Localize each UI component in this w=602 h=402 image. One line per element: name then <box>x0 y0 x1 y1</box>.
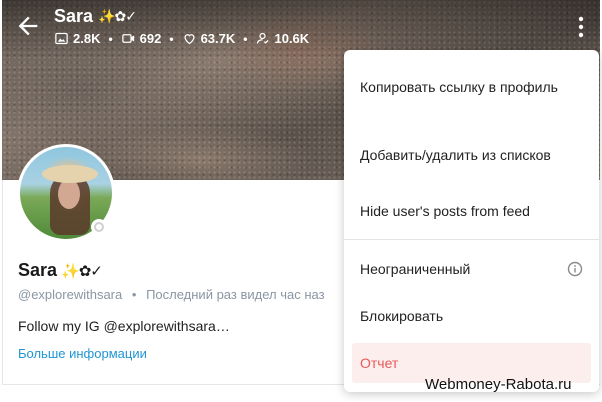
profile-name-text: Sara <box>18 260 58 280</box>
menu-divider <box>344 239 599 240</box>
stats-row: 2.8K • 692 • 63.7K • 10.6K <box>54 31 309 46</box>
menu-item-label: Копировать ссылку в профиль <box>360 79 558 95</box>
info-icon[interactable] <box>567 261 583 277</box>
heart-icon <box>184 34 195 45</box>
arrow-left-icon <box>18 16 38 36</box>
avatar-detail <box>42 165 98 183</box>
fans-icon <box>257 32 270 44</box>
back-button[interactable] <box>14 12 42 40</box>
menu-item-label: Добавить/удалить из списков <box>360 147 551 163</box>
profile-options-menu: Копировать ссылку в профиль Добавить/уда… <box>344 50 599 392</box>
stat-videos-value: 692 <box>139 31 162 46</box>
profile-handle: @explorewithsara <box>18 287 123 302</box>
more-options-button[interactable] <box>572 16 590 38</box>
stat-fans: 10.6K <box>255 31 309 46</box>
menu-item-copy-link[interactable]: Копировать ссылку в профиль <box>344 66 599 108</box>
image-icon <box>55 32 68 45</box>
status-indicator <box>91 219 107 235</box>
stat-photos-value: 2.8K <box>73 31 101 46</box>
avatar-detail <box>58 179 80 209</box>
kebab-menu-icon <box>578 16 584 38</box>
menu-item-add-remove-lists[interactable]: Добавить/удалить из списков <box>344 134 599 176</box>
menu-item-block[interactable]: Блокировать <box>344 305 599 327</box>
profile-bio: Follow my IG @explorewithsara… <box>18 318 230 334</box>
menu-item-label: Неограниченный <box>360 261 471 277</box>
stat-photos: 2.8K <box>54 31 100 46</box>
menu-item-hide-posts[interactable]: Hide user's posts from feed <box>344 200 599 222</box>
verified-badges: ✨✿✓ <box>98 8 137 24</box>
verified-badges: ✨✿✓ <box>61 262 103 280</box>
more-info-link[interactable]: Больше информации <box>18 346 147 361</box>
stat-separator: • <box>243 31 248 46</box>
subline-separator: • <box>131 287 137 302</box>
profile-name: Sara ✨✿✓ <box>18 260 103 281</box>
menu-item-label: Hide user's posts from feed <box>360 203 530 219</box>
stat-fans-value: 10.6K <box>274 31 310 46</box>
stat-separator: • <box>169 31 174 46</box>
menu-item-label: Отчет <box>360 355 399 371</box>
last-seen: Последний раз видел час наз <box>146 287 325 302</box>
menu-item-label: Блокировать <box>360 308 444 324</box>
header-name: Sara <box>54 6 94 26</box>
menu-item-restrict[interactable]: Неограниченный <box>344 258 599 280</box>
top-bar: Sara ✨✿✓ 2.8K • 692 • 63.7K • 10.6K <box>0 0 602 56</box>
stat-separator: • <box>108 31 113 46</box>
header-title: Sara ✨✿✓ <box>54 6 137 27</box>
stat-likes-value: 63.7K <box>200 31 236 46</box>
video-icon <box>121 34 134 43</box>
card-border <box>2 180 3 385</box>
profile-subline: @explorewithsara • Последний раз видел ч… <box>18 287 325 302</box>
stat-likes: 63.7K <box>182 31 236 46</box>
stat-videos: 692 <box>121 31 162 46</box>
watermark: Webmoney-Rabota.ru <box>425 376 572 393</box>
